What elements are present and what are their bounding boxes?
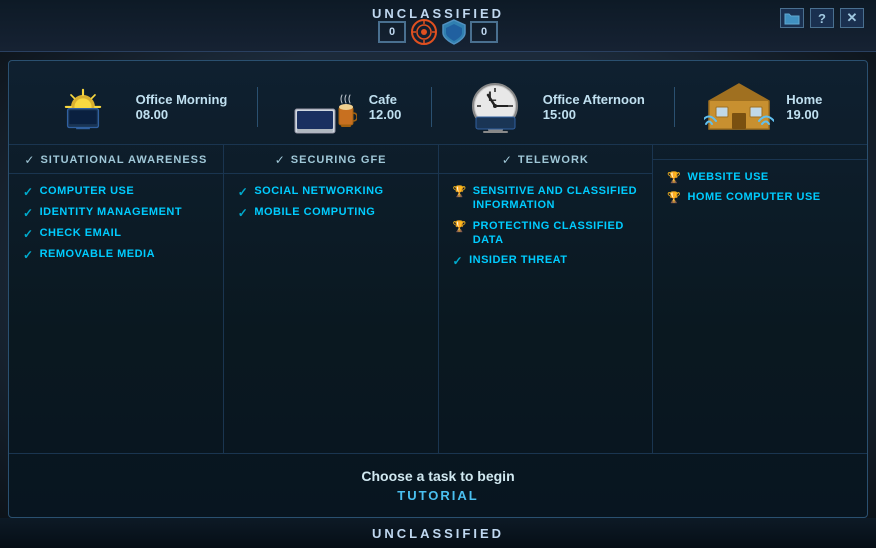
item-protecting-classified[interactable]: 🏆 PROTECTING CLASSIFIED DATA [453, 219, 643, 248]
category-securing-gfe: ✓ SECURING GFE ✓ SOCIAL NETWORKING ✓ MOB… [224, 145, 439, 453]
item-website-use[interactable]: 🏆 WEBSITE USE [667, 170, 857, 184]
securing-gfe-header: ✓ SECURING GFE [224, 145, 438, 174]
item-mobile-computing[interactable]: ✓ MOBILE COMPUTING [238, 205, 428, 220]
outer-frame: UNCLASSIFIED 0 0 [0, 0, 876, 548]
sep-2 [431, 87, 432, 127]
telework-header: ✓ TELEWORK [439, 145, 653, 174]
target-icon [410, 18, 438, 46]
timeline-item-office-afternoon[interactable]: L Office Afternoon 15 [461, 79, 645, 134]
home-label: Home 19.00 [786, 92, 822, 122]
clock-icon: L [461, 79, 531, 134]
item-insider-threat[interactable]: ✓ INSIDER THREAT [453, 253, 643, 268]
category-situational-awareness: ✓ SITUATIONAL AWARENESS ✓ COMPUTER USE ✓… [9, 145, 224, 453]
item-check-email[interactable]: ✓ CHECK EMAIL [23, 226, 213, 241]
categories-row: ✓ SITUATIONAL AWARENESS ✓ COMPUTER USE ✓… [9, 145, 867, 453]
help-button[interactable]: ? [810, 8, 834, 28]
bottom-bar: UNCLASSIFIED [0, 518, 876, 548]
sun-icon [54, 79, 124, 134]
category-home-use: 🏆 WEBSITE USE 🏆 HOME COMPUTER USE [653, 145, 867, 453]
score-left: 0 [378, 21, 406, 43]
top-icons-group: 0 0 [378, 18, 498, 46]
tutorial-link[interactable]: TUTORIAL [23, 488, 853, 503]
timeline-item-cafe[interactable]: Cafe 12.00 [287, 79, 402, 134]
timeline-item-home[interactable]: Home 19.00 [704, 79, 822, 134]
cafe-label: Cafe 12.00 [369, 92, 402, 122]
item-social-networking[interactable]: ✓ SOCIAL NETWORKING [238, 184, 428, 199]
situational-awareness-items: ✓ COMPUTER USE ✓ IDENTITY MANAGEMENT ✓ C… [9, 174, 223, 270]
timeline-row: Office Morning 08.00 [9, 61, 867, 145]
bottom-classification-label: UNCLASSIFIED [372, 526, 504, 541]
telework-items: 🏆 SENSITIVE AND CLASSIFIED INFORMATION 🏆… [439, 174, 653, 276]
home-use-header [653, 145, 867, 160]
top-bar: UNCLASSIFIED 0 0 [0, 0, 876, 52]
sep-3 [674, 87, 675, 127]
sep-1 [257, 87, 258, 127]
cafe-icon [287, 79, 357, 134]
cta-text: Choose a task to begin [23, 468, 853, 484]
house-icon [704, 79, 774, 134]
item-sensitive-classified[interactable]: 🏆 SENSITIVE AND CLASSIFIED INFORMATION [453, 184, 643, 213]
item-home-computer-use[interactable]: 🏆 HOME COMPUTER USE [667, 190, 857, 204]
home-use-items: 🏆 WEBSITE USE 🏆 HOME COMPUTER USE [653, 160, 867, 213]
close-button[interactable]: ✕ [840, 8, 864, 28]
folder-button[interactable] [780, 8, 804, 28]
shield-icon [442, 20, 466, 44]
item-identity-management[interactable]: ✓ IDENTITY MANAGEMENT [23, 205, 213, 220]
bottom-cta: Choose a task to begin TUTORIAL [9, 453, 867, 517]
timeline-item-office-morning[interactable]: Office Morning 08.00 [54, 79, 228, 134]
situational-awareness-header: ✓ SITUATIONAL AWARENESS [9, 145, 223, 174]
securing-gfe-items: ✓ SOCIAL NETWORKING ✓ MOBILE COMPUTING [224, 174, 438, 228]
office-afternoon-label: Office Afternoon 15:00 [543, 92, 645, 122]
main-content: Office Morning 08.00 [8, 60, 868, 518]
score-right: 0 [470, 21, 498, 43]
category-telework: ✓ TELEWORK 🏆 SENSITIVE AND CLASSIFIED IN… [439, 145, 654, 453]
item-removable-media[interactable]: ✓ REMOVABLE MEDIA [23, 247, 213, 262]
office-morning-label: Office Morning 08.00 [136, 92, 228, 122]
top-right-buttons: ? ✕ [780, 8, 864, 28]
item-computer-use[interactable]: ✓ COMPUTER USE [23, 184, 213, 199]
